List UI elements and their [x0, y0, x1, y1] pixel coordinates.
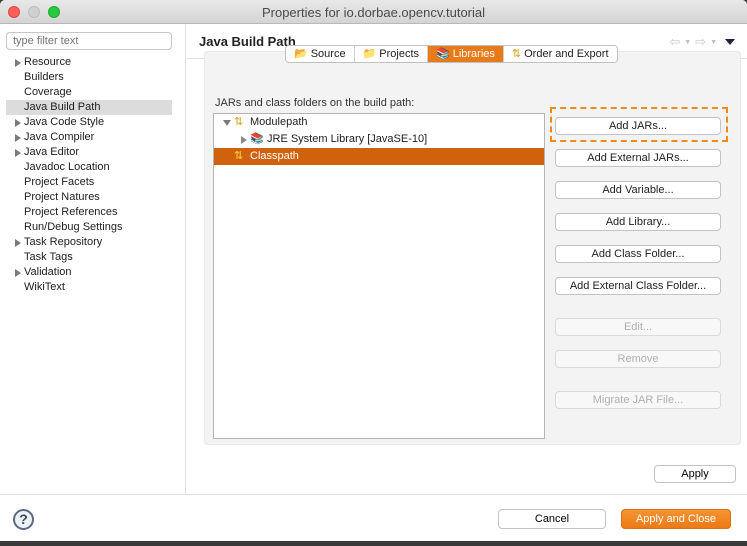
sidebar-item-label: Java Editor: [24, 146, 80, 158]
expand-arrow-icon[interactable]: [15, 134, 21, 142]
add-class-folder-button[interactable]: Add Class Folder...: [555, 245, 721, 263]
add-library-button[interactable]: Add Library...: [555, 213, 721, 231]
tree-row-jre-system-library[interactable]: 📚 JRE System Library [JavaSE-10]: [214, 131, 544, 148]
expand-arrow-icon[interactable]: [15, 269, 21, 277]
view-menu-icon[interactable]: [725, 39, 735, 45]
sidebar-item-coverage[interactable]: Coverage: [6, 85, 172, 100]
sidebar-item-label: Javadoc Location: [24, 161, 110, 173]
sidebar-item-java-build-path[interactable]: Java Build Path: [6, 100, 172, 115]
sidebar-item-label: Validation: [24, 266, 72, 278]
sidebar-item-label: Task Repository: [24, 236, 103, 248]
tree-row-label: JRE System Library [JavaSE-10]: [267, 133, 428, 145]
sidebar-item-label: Project Facets: [24, 176, 95, 188]
sidebar-item-task-repository[interactable]: Task Repository: [6, 235, 172, 250]
page-navigation: ⇦ ▼ ⇨ ▼: [669, 34, 735, 50]
projects-folder-icon: 📁: [362, 48, 377, 60]
libraries-icon: 📚: [436, 48, 450, 60]
page-title: Java Build Path: [199, 34, 296, 49]
footer-divider: [0, 494, 747, 495]
apply-and-close-button[interactable]: Apply and Close: [621, 509, 731, 529]
sidebar-item-label: Task Tags: [24, 251, 73, 263]
sidebar-item-java-code-style[interactable]: Java Code Style: [6, 115, 172, 130]
tab-label: Libraries: [452, 48, 495, 60]
expand-arrow-icon[interactable]: [15, 149, 21, 157]
sidebar-item-label: Java Compiler: [24, 131, 95, 143]
tab-order-and-export[interactable]: ⇅ Order and Export: [503, 46, 617, 62]
sidebar-item-label: Project Natures: [24, 191, 100, 203]
sidebar-item-project-natures[interactable]: Project Natures: [6, 190, 172, 205]
build-path-label: JARs and class folders on the build path…: [215, 97, 415, 109]
sidebar-item-label: Resource: [24, 56, 72, 68]
filter-input[interactable]: [6, 32, 172, 50]
sidebar-item-resource[interactable]: Resource: [6, 55, 172, 70]
property-tree: Resource Builders Coverage Java Build Pa…: [6, 55, 172, 295]
properties-dialog: Properties for io.dorbae.opencv.tutorial…: [0, 0, 747, 546]
tree-row-label: Classpath: [250, 150, 299, 162]
classpath-icon: ⇅: [234, 150, 244, 162]
expand-arrow-icon[interactable]: [15, 119, 21, 127]
desktop-background: [0, 541, 747, 546]
sidebar-item-project-references[interactable]: Project References: [6, 205, 172, 220]
back-dropdown-icon[interactable]: ▼: [684, 39, 691, 46]
sidebar-item-run-debug-settings[interactable]: Run/Debug Settings: [6, 220, 172, 235]
tab-projects[interactable]: 📁 Projects: [354, 46, 429, 62]
expand-arrow-icon[interactable]: [241, 136, 247, 144]
source-folder-icon: 📂: [294, 48, 308, 60]
sidebar-item-java-compiler[interactable]: Java Compiler: [6, 130, 172, 145]
library-icon: 📚: [250, 133, 264, 145]
sidebar-item-label: Java Build Path: [24, 101, 101, 113]
sidebar-item-label: Project References: [24, 206, 118, 218]
help-icon[interactable]: ?: [13, 509, 34, 530]
sidebar-item-label: Builders: [24, 71, 64, 83]
tab-label: Source: [310, 48, 346, 60]
tab-libraries[interactable]: 📚 Libraries: [428, 46, 504, 62]
order-export-icon: ⇅: [511, 48, 522, 60]
add-variable-button[interactable]: Add Variable...: [555, 181, 721, 199]
sidebar-item-task-tags[interactable]: Task Tags: [6, 250, 172, 265]
sidebar: Resource Builders Coverage Java Build Pa…: [0, 24, 186, 494]
remove-button[interactable]: Remove: [555, 350, 721, 368]
tab-label: Order and Export: [524, 48, 609, 60]
modulepath-icon: ⇅: [234, 116, 244, 128]
title-bar: Properties for io.dorbae.opencv.tutorial: [0, 0, 747, 24]
back-arrow-icon[interactable]: ⇦: [669, 34, 680, 50]
window-title: Properties for io.dorbae.opencv.tutorial: [261, 5, 486, 20]
sidebar-item-label: Coverage: [24, 86, 72, 98]
tab-source[interactable]: 📂 Source: [286, 46, 355, 62]
sidebar-item-label: WikiText: [24, 281, 65, 293]
sidebar-item-wikitext[interactable]: WikiText: [6, 280, 172, 295]
tab-label: Projects: [379, 48, 420, 60]
expand-arrow-icon[interactable]: [15, 59, 21, 67]
forward-dropdown-icon[interactable]: ▼: [710, 39, 717, 46]
add-external-jars-button[interactable]: Add External JARs...: [555, 149, 721, 167]
tab-bar: 📂 Source 📁 Projects 📚 Libraries ⇅ Order and …: [285, 45, 618, 63]
sidebar-item-java-editor[interactable]: Java Editor: [6, 145, 172, 160]
build-path-tree[interactable]: ⇅ Modulepath 📚 JRE System Library [JavaS…: [213, 113, 545, 439]
forward-arrow-icon[interactable]: ⇨: [695, 34, 706, 50]
sidebar-item-project-facets[interactable]: Project Facets: [6, 175, 172, 190]
sidebar-item-javadoc-location[interactable]: Javadoc Location: [6, 160, 172, 175]
expand-arrow-icon[interactable]: [15, 239, 21, 247]
collapse-arrow-icon[interactable]: [223, 120, 231, 126]
apply-button[interactable]: Apply: [654, 465, 736, 483]
sidebar-item-validation[interactable]: Validation: [6, 265, 172, 280]
tree-row-modulepath[interactable]: ⇅ Modulepath: [214, 114, 544, 131]
migrate-jar-button[interactable]: Migrate JAR File...: [555, 391, 721, 409]
sidebar-item-label: Run/Debug Settings: [24, 221, 123, 233]
tree-row-classpath[interactable]: ⇅ Classpath: [214, 148, 544, 165]
add-jars-button[interactable]: Add JARs...: [555, 117, 721, 135]
sidebar-item-builders[interactable]: Builders: [6, 70, 172, 85]
add-external-class-folder-button[interactable]: Add External Class Folder...: [555, 277, 721, 295]
cancel-button[interactable]: Cancel: [498, 509, 606, 529]
sidebar-item-label: Java Code Style: [24, 116, 105, 128]
tree-row-label: Modulepath: [250, 116, 308, 128]
edit-button[interactable]: Edit...: [555, 318, 721, 336]
